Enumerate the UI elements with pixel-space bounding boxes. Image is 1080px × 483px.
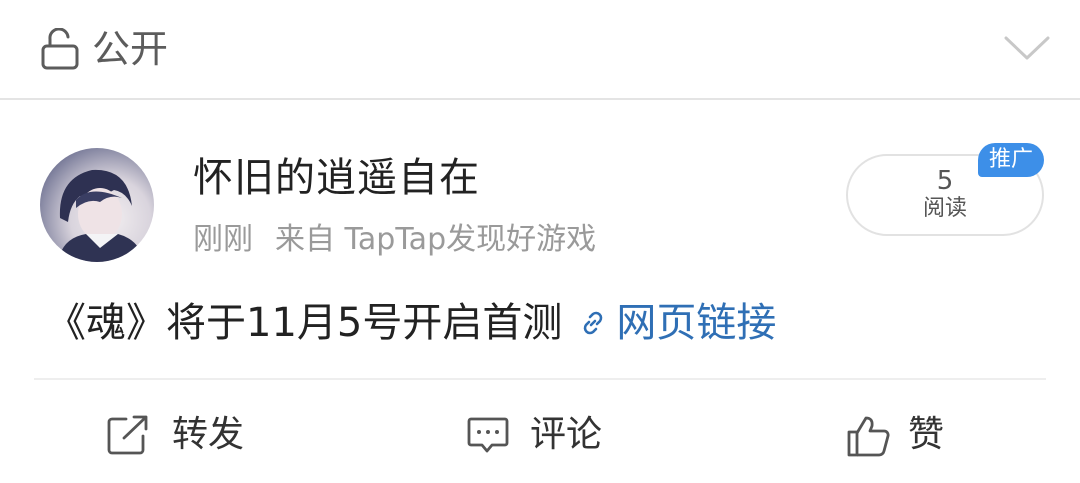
like-button[interactable]: 赞 (846, 408, 966, 462)
privacy-setting-bar[interactable]: 公开 (0, 0, 1080, 100)
web-link[interactable]: 网页链接 (616, 300, 776, 346)
divider (34, 378, 1046, 380)
author-name[interactable]: 怀旧的逍遥自在 (193, 150, 480, 206)
post-composer-card: 公开 怀旧的逍遥自在 刚刚 来自 TapTap发现好游戏 5 阅读 推广 《魂》将… (0, 0, 1080, 483)
post-meta: 刚刚 来自 TapTap发现好游戏 (193, 218, 596, 262)
post-time: 刚刚 (193, 222, 253, 257)
comment-button[interactable]: 评论 (466, 408, 626, 462)
repost-label: 转发 (172, 414, 245, 455)
chevron-down-icon[interactable] (1003, 34, 1051, 62)
read-label: 阅读 (922, 196, 967, 221)
post-source[interactable]: 来自 TapTap发现好游戏 (275, 222, 596, 257)
avatar-image (58, 169, 144, 262)
share-icon (107, 415, 148, 455)
like-label: 赞 (908, 414, 945, 455)
avatar[interactable] (40, 148, 154, 262)
thumbs-up-icon (847, 416, 890, 457)
link-icon (584, 311, 603, 335)
promo-badge[interactable]: 推广 (978, 143, 1044, 177)
comment-icon (467, 417, 509, 453)
privacy-label: 公开 (92, 27, 169, 71)
post-content: 《魂》将于11月5号开启首测 网页链接 (46, 296, 776, 350)
repost-button[interactable]: 转发 (106, 408, 266, 462)
comment-label: 评论 (530, 414, 603, 455)
post-text: 《魂》将于11月5号开启首测 (46, 300, 563, 346)
lock-open-icon (41, 28, 79, 70)
